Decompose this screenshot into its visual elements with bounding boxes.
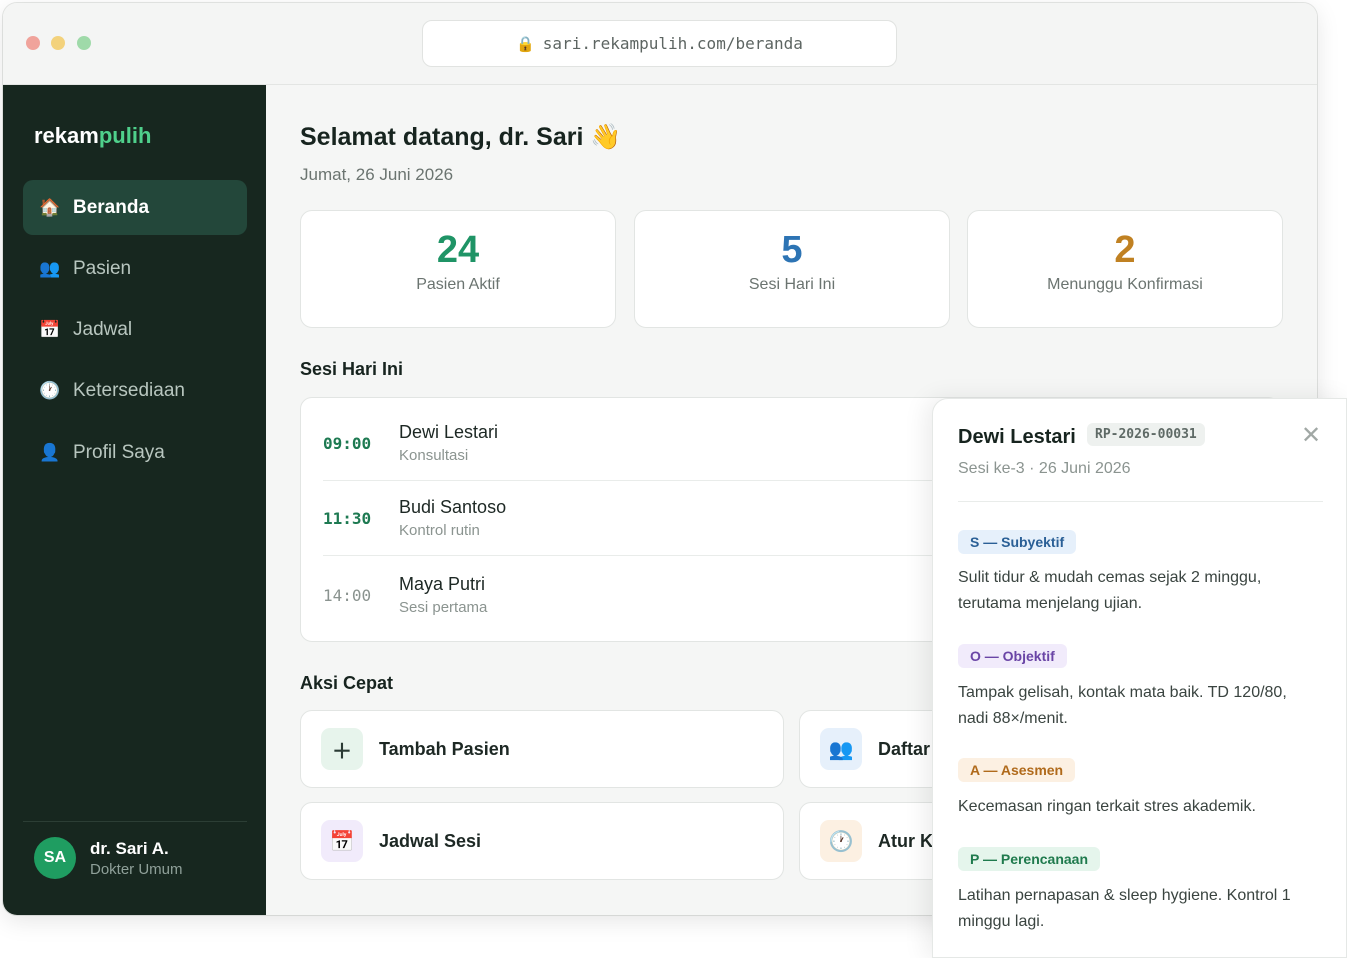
address-bar[interactable]: 🔒 sari.rekampulih.com/beranda — [422, 20, 897, 67]
soap-tag-subjective: S — Subyektif — [958, 530, 1077, 554]
session-patient-name: Maya Putri — [399, 574, 486, 594]
stat-card-sesi-hari-ini[interactable]: 5 Sesi Hari Ini — [634, 210, 950, 328]
avatar[interactable]: SA — [34, 837, 76, 879]
stat-label: Menunggu Konfirmasi — [1047, 276, 1203, 293]
action-label: Jadwal Sesi — [379, 830, 482, 851]
session-time: 11:30 — [323, 509, 372, 528]
action-label: Atur K — [878, 830, 933, 851]
logo-accent: pulih — [98, 123, 152, 148]
close-window-button[interactable] — [26, 36, 40, 50]
soap-tag-assessment: A — Asesmen — [958, 758, 1076, 782]
session-time: 09:00 — [323, 434, 372, 453]
patient-note-panel: Dewi Lestari RP-2026-00031 ✕ Sesi ke-3 ·… — [932, 398, 1347, 958]
sidebar-item-label: Ketersediaan — [73, 379, 185, 401]
calendar-icon: 📅 — [321, 820, 363, 862]
clock-icon: 🕐 — [39, 380, 61, 400]
stat-card-pasien-aktif[interactable]: 24 Pasien Aktif — [300, 210, 616, 328]
user-icon: 👤 — [39, 442, 61, 462]
stat-card-menunggu-konfirmasi[interactable]: 2 Menunggu Konfirmasi — [967, 210, 1283, 328]
user-role: Dokter Umum — [90, 861, 183, 878]
schedule-session-button[interactable]: 📅 Jadwal Sesi — [300, 802, 784, 880]
session-type: Kontrol rutin — [399, 522, 480, 539]
home-icon: 🏠 — [39, 197, 61, 217]
minimize-window-button[interactable] — [51, 36, 65, 50]
soap-text-subjective: Sulit tidur & mudah cemas sejak 2 minggu… — [958, 569, 1262, 612]
session-meta: Sesi ke-3 · 26 Juni 2026 — [958, 460, 1131, 477]
sidebar-item-label: Beranda — [73, 196, 150, 218]
session-patient-name: Budi Santoso — [399, 497, 507, 517]
stat-value: 24 — [436, 229, 480, 271]
current-date: Jumat, 26 Juni 2026 — [300, 165, 454, 184]
maximize-window-button[interactable] — [77, 36, 91, 50]
sidebar-item-pasien[interactable]: 👥 Pasien — [23, 241, 247, 296]
soap-tag-objective: O — Objektif — [958, 644, 1067, 668]
sidebar-item-jadwal[interactable]: 📅 Jadwal — [23, 302, 247, 357]
sidebar-item-label: Profil Saya — [73, 441, 165, 463]
soap-text-assessment: Kecemasan ringan terkait stres akademik. — [958, 798, 1256, 815]
browser-titlebar: 🔒 sari.rekampulih.com/beranda — [3, 3, 1317, 85]
session-patient-name: Dewi Lestari — [399, 422, 499, 442]
action-label: Daftar — [878, 738, 931, 759]
logo-main: rekam — [34, 123, 99, 148]
action-label: Tambah Pasien — [379, 738, 510, 759]
stat-value: 2 — [1114, 229, 1136, 271]
sidebar-item-ketersediaan[interactable]: 🕐 Ketersediaan — [23, 363, 247, 418]
calendar-icon: 📅 — [39, 319, 61, 339]
panel-patient-name: Dewi Lestari — [958, 426, 1076, 448]
sidebar-item-label: Pasien — [73, 257, 132, 279]
sidebar-item-profil[interactable]: 👤 Profil Saya — [23, 425, 247, 480]
plus-icon: ＋ — [321, 728, 363, 770]
sessions-title: Sesi Hari Ini — [300, 359, 404, 379]
stat-value: 5 — [781, 229, 803, 271]
session-type: Sesi pertama — [399, 599, 488, 616]
quick-actions-title: Aksi Cepat — [300, 673, 394, 693]
sidebar-divider — [23, 821, 247, 822]
lock-icon: 🔒 — [516, 34, 535, 53]
clock-icon: 🕐 — [820, 820, 862, 862]
page-title: Selamat datang, dr. Sari 👋 — [300, 123, 622, 151]
session-time: 14:00 — [323, 586, 372, 605]
url-text: sari.rekampulih.com/beranda — [542, 34, 803, 53]
patient-id-badge: RP-2026-00031 — [1087, 423, 1205, 446]
soap-tag-plan: P — Perencanaan — [958, 847, 1101, 871]
users-icon: 👥 — [820, 728, 862, 770]
session-type: Konsultasi — [399, 447, 469, 464]
user-name: dr. Sari A. — [90, 839, 169, 858]
stat-label: Sesi Hari Ini — [748, 276, 836, 293]
soap-text-plan: Latihan pernapasan & sleep hygiene. Kont… — [958, 887, 1291, 930]
app-logo[interactable]: rekampulih — [34, 123, 151, 149]
soap-text-objective: Tampak gelisah, kontak mata baik. TD 120… — [958, 684, 1287, 727]
add-patient-button[interactable]: ＋ Tambah Pasien — [300, 710, 784, 788]
sidebar-item-beranda[interactable]: 🏠 Beranda — [23, 180, 247, 235]
panel-divider — [958, 501, 1323, 502]
stat-label: Pasien Aktif — [416, 276, 500, 293]
sidebar-item-label: Jadwal — [73, 318, 133, 340]
close-icon[interactable]: ✕ — [1301, 421, 1321, 450]
sidebar: rekampulih 🏠 Beranda 👥 Pasien 📅 Jadwal 🕐… — [3, 85, 266, 915]
users-icon: 👥 — [39, 258, 61, 278]
